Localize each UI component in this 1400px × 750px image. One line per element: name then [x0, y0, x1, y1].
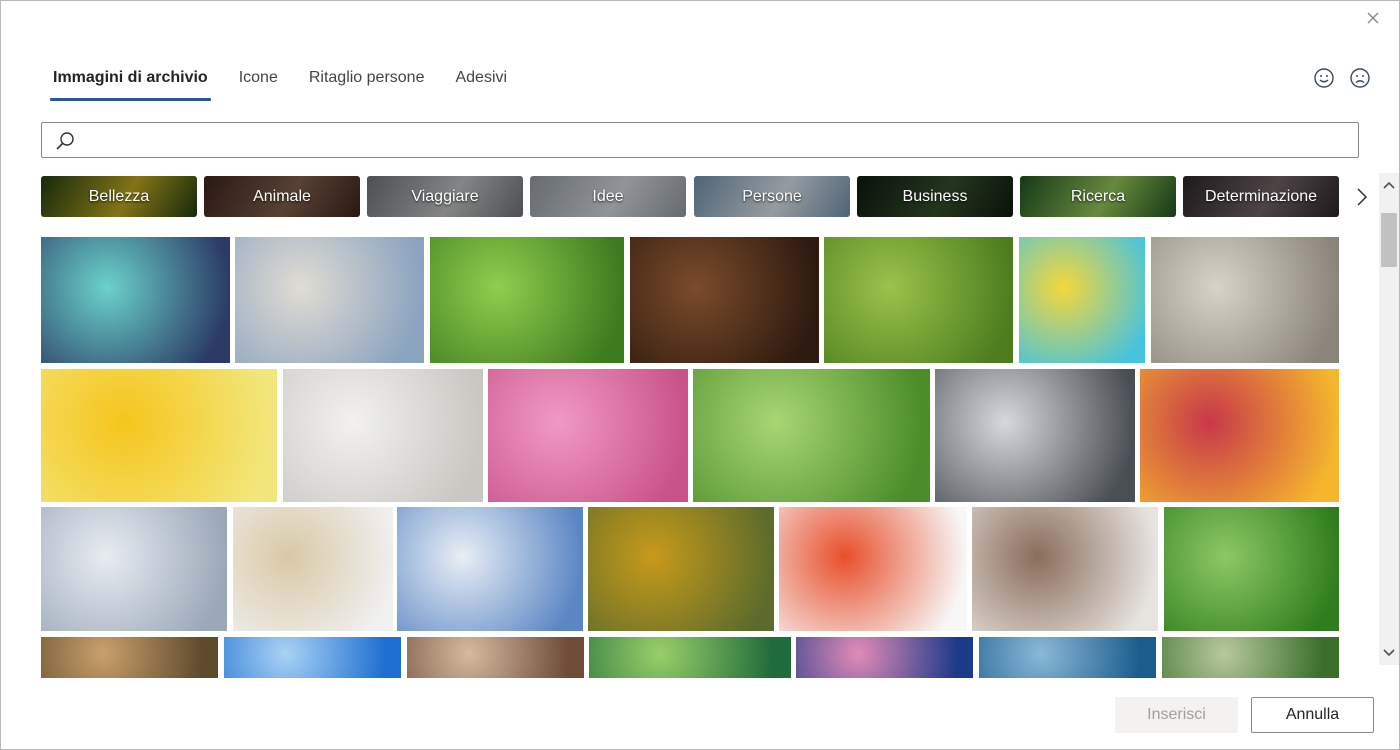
tab-stock-images[interactable]: Immagini di archivio: [41, 59, 220, 101]
stock-image-thumbnail[interactable]: [935, 369, 1135, 502]
scrollbar-thumb[interactable]: [1381, 213, 1397, 267]
cancel-button[interactable]: Annulla: [1251, 697, 1374, 733]
insert-button[interactable]: Inserisci: [1115, 697, 1238, 733]
chevron-right-icon[interactable]: [1351, 184, 1373, 210]
stock-image-thumbnail[interactable]: [488, 369, 688, 502]
category-chip-label: Ricerca: [1070, 187, 1126, 205]
stock-image-thumbnail[interactable]: [41, 507, 227, 631]
stock-image-thumbnail[interactable]: [979, 637, 1156, 678]
tab-cutout-people[interactable]: Ritaglio persone: [297, 59, 437, 101]
stock-image-thumbnail[interactable]: [41, 369, 277, 502]
tab-icons[interactable]: Icone: [227, 59, 290, 101]
stock-image-thumbnail[interactable]: [779, 507, 967, 631]
stock-image-thumbnail[interactable]: [589, 637, 791, 678]
category-chip[interactable]: Bellezza: [41, 176, 197, 217]
stock-image-thumbnail[interactable]: [1140, 369, 1339, 502]
category-chip[interactable]: Determinazione: [1183, 176, 1339, 217]
category-chip[interactable]: Viaggiare: [367, 176, 523, 217]
smile-feedback-icon[interactable]: [1313, 67, 1335, 89]
vertical-scrollbar[interactable]: [1379, 173, 1399, 665]
stock-image-thumbnail[interactable]: [1164, 507, 1339, 631]
category-chip[interactable]: Ricerca: [1020, 176, 1176, 217]
tab-bar: Immagini di archivio Icone Ritaglio pers…: [41, 59, 519, 103]
stock-image-thumbnail[interactable]: [235, 237, 424, 363]
image-gallery: [41, 237, 1339, 678]
stock-image-thumbnail[interactable]: [630, 237, 819, 363]
stock-image-thumbnail[interactable]: [824, 237, 1013, 363]
stock-image-thumbnail[interactable]: [397, 507, 583, 631]
category-chip[interactable]: Persone: [694, 176, 850, 217]
category-chip-label: Viaggiare: [411, 187, 479, 205]
search-input[interactable]: [86, 127, 1346, 153]
category-chip[interactable]: Idee: [530, 176, 686, 217]
search-box: [41, 122, 1359, 158]
stock-image-thumbnail[interactable]: [430, 237, 624, 363]
stock-image-thumbnail[interactable]: [1162, 637, 1339, 678]
stock-image-thumbnail[interactable]: [224, 637, 401, 678]
stock-image-thumbnail[interactable]: [41, 237, 230, 363]
stock-image-thumbnail[interactable]: [588, 507, 774, 631]
scroll-up-icon[interactable]: [1379, 175, 1399, 197]
scroll-down-icon[interactable]: [1379, 641, 1399, 663]
category-chip-label: Business: [902, 187, 968, 205]
stock-image-thumbnail[interactable]: [796, 637, 973, 678]
stock-image-thumbnail[interactable]: [693, 369, 930, 502]
category-chip[interactable]: Business: [857, 176, 1013, 217]
stock-image-thumbnail[interactable]: [283, 369, 483, 502]
stock-image-thumbnail[interactable]: [233, 507, 393, 631]
search-icon: [56, 132, 74, 150]
stock-image-thumbnail[interactable]: [41, 637, 218, 678]
category-chip-label: Determinazione: [1204, 187, 1318, 205]
category-chip-label: Idee: [592, 187, 624, 205]
stock-image-thumbnail[interactable]: [407, 637, 584, 678]
category-chip-label: Bellezza: [88, 187, 150, 205]
category-chip-label: Persone: [742, 187, 802, 205]
category-chip-label: Animale: [253, 187, 311, 205]
frown-feedback-icon[interactable]: [1349, 67, 1371, 89]
close-icon[interactable]: [1362, 7, 1384, 29]
tab-stickers[interactable]: Adesivi: [443, 59, 519, 101]
stock-images-dialog: Immagini di archivio Icone Ritaglio pers…: [0, 0, 1400, 750]
stock-image-thumbnail[interactable]: [1151, 237, 1339, 363]
category-chip[interactable]: Animale: [204, 176, 360, 217]
stock-image-thumbnail[interactable]: [972, 507, 1158, 631]
stock-image-thumbnail[interactable]: [1019, 237, 1145, 363]
